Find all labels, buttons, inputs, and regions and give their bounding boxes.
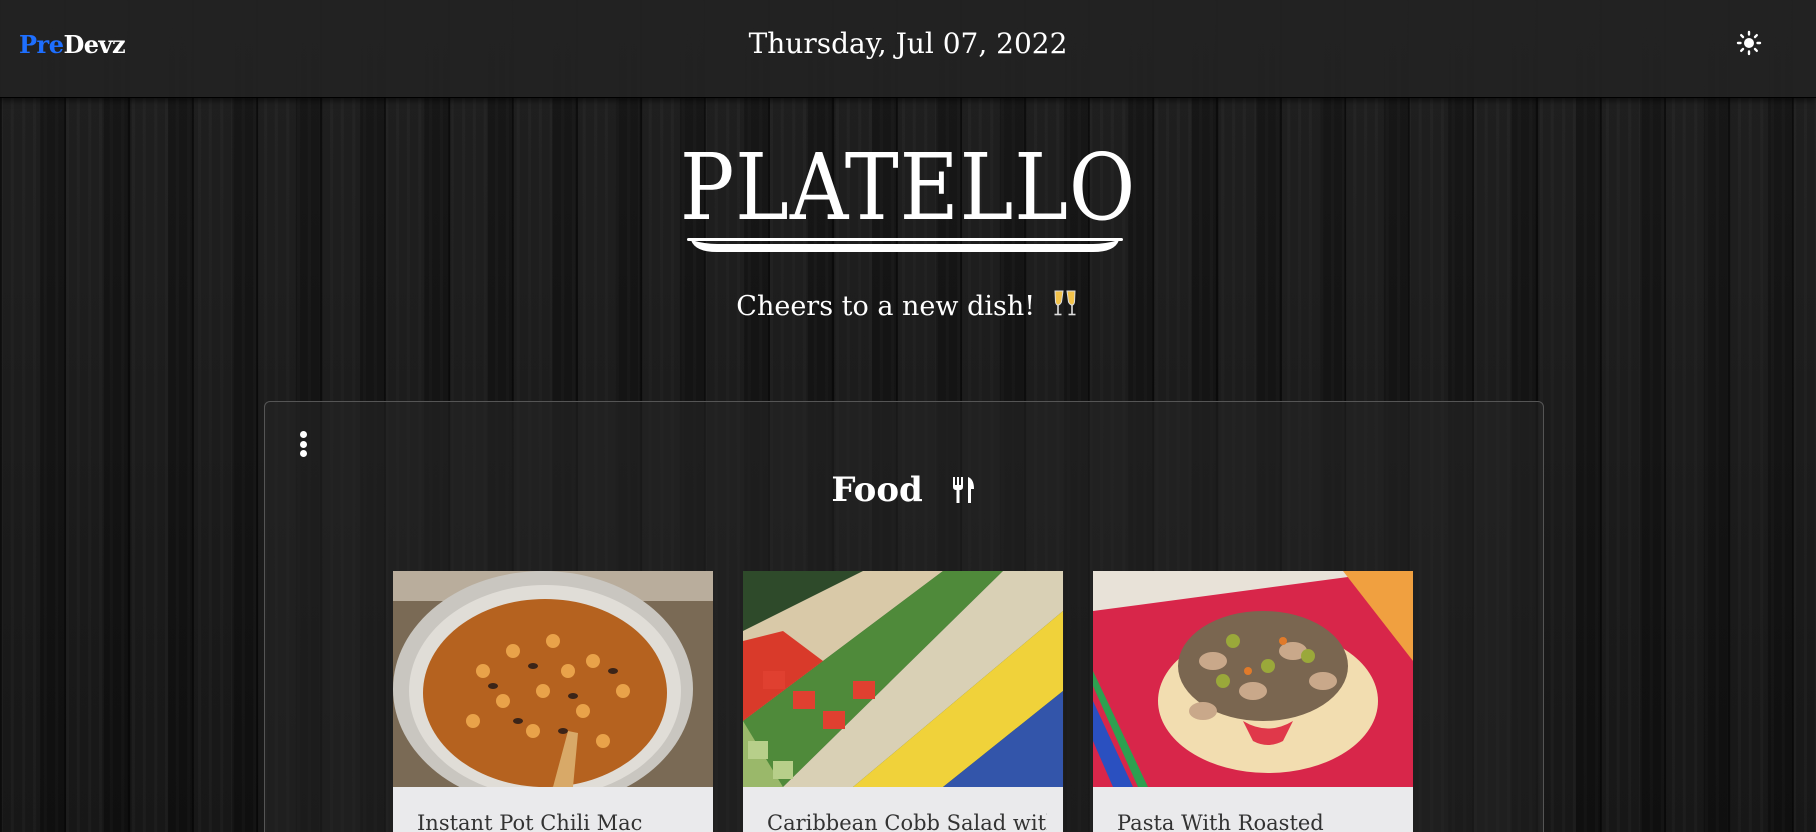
site-title: PLATELLO: [679, 134, 1137, 241]
section-title: Food: [265, 470, 1545, 514]
recipe-name: Instant Pot Chili Mac: [417, 811, 643, 832]
tagline: Cheers to a new dish!: [0, 288, 1816, 325]
top-navbar: PreDevz Thursday, Jul 07, 2022: [0, 0, 1816, 98]
pasta-photo: [1093, 571, 1413, 787]
recipe-name: Pasta With Roasted: [1117, 811, 1324, 832]
theme-toggle-button[interactable]: [1734, 28, 1764, 58]
chili-mac-photo: [393, 571, 713, 787]
tagline-text: Cheers to a new dish!: [736, 291, 1036, 322]
recipe-card[interactable]: Pasta With Roasted: [1093, 571, 1413, 832]
vertical-dots-icon[interactable]: [293, 427, 313, 461]
food-panel: Food Instant Pot Chili Mac Caribbean Cob…: [264, 401, 1544, 832]
recipe-card[interactable]: Caribbean Cobb Salad with: [743, 571, 1063, 832]
fork-knife-icon: [949, 474, 979, 514]
sun-icon: [1736, 30, 1762, 56]
section-title-text: Food: [831, 470, 923, 510]
recipe-name: Caribbean Cobb Salad with: [767, 811, 1047, 832]
clinking-glasses-icon: [1050, 288, 1080, 325]
recipe-card[interactable]: Instant Pot Chili Mac: [393, 571, 713, 832]
cobb-salad-photo: [743, 571, 1063, 787]
current-date: Thursday, Jul 07, 2022: [748, 27, 1068, 60]
plate-underline-icon: [687, 238, 1123, 252]
